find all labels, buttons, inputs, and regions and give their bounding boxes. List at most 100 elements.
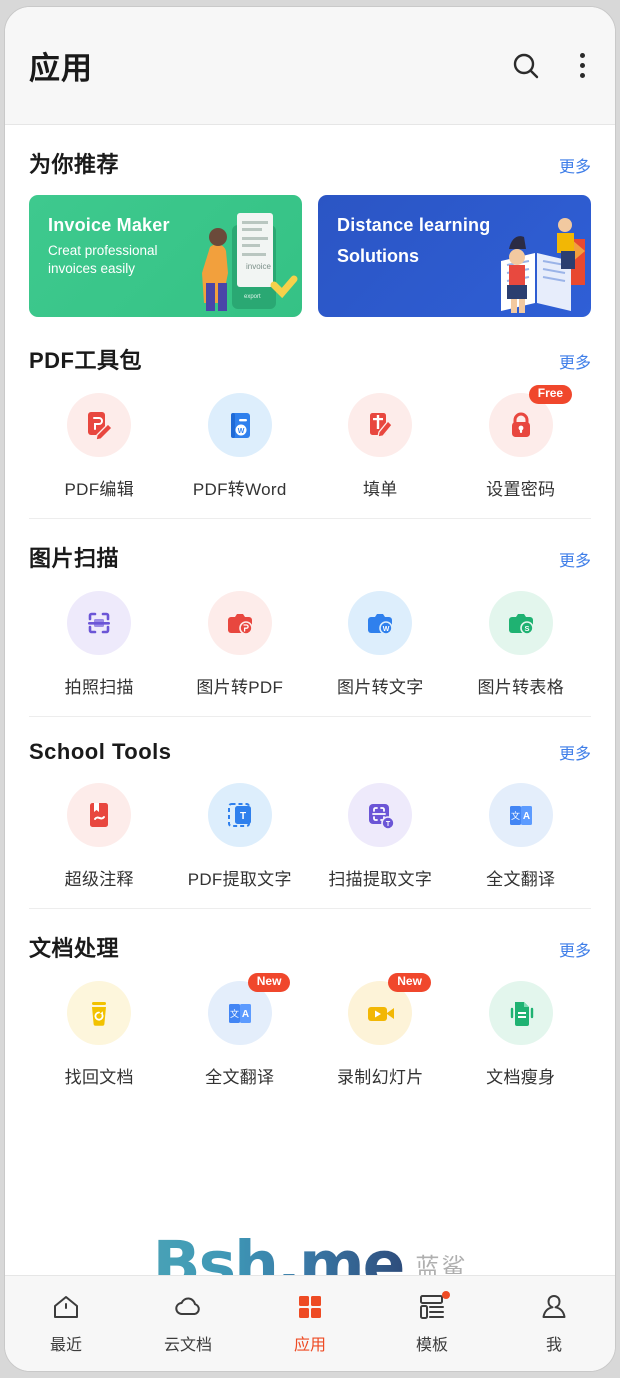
tool-label: PDF编辑 xyxy=(64,480,134,499)
dot xyxy=(580,63,585,68)
icon-bubble xyxy=(348,393,413,457)
person-icon xyxy=(539,1292,569,1322)
dot xyxy=(580,73,585,78)
tool-grid: PDF编辑 W PDF转Word 填单 Free 设置密码 xyxy=(29,379,591,518)
app-screen: 应用 为你推荐 更多 Invoice Maker Creat professio… xyxy=(4,6,616,1372)
tab-templates[interactable]: 模板 xyxy=(371,1291,493,1355)
bottom-navigation: 最近 云文档 应用 模板 我 xyxy=(5,1275,615,1371)
tool-image-to-text[interactable]: W 图片转文字 xyxy=(310,591,451,698)
tool-set-password[interactable]: Free 设置密码 xyxy=(451,385,592,500)
tab-label: 模板 xyxy=(415,1337,448,1354)
icon-bubble: T xyxy=(348,783,413,847)
app-header: 应用 xyxy=(5,7,615,125)
watermark-text: Bsh.me xyxy=(153,1228,406,1275)
svg-text:S: S xyxy=(524,624,529,633)
tab-apps[interactable]: 应用 xyxy=(249,1292,371,1355)
tool-label: 找回文档 xyxy=(64,1068,134,1087)
tool-label: 图片转表格 xyxy=(477,678,564,697)
video-record-icon xyxy=(368,1007,395,1021)
tool-scan-extract-text[interactable]: T 扫描提取文字 xyxy=(310,783,451,890)
more-link-pdf-toolkit[interactable]: 更多 xyxy=(559,349,591,373)
tool-pdf-edit[interactable]: PDF编辑 xyxy=(29,393,170,500)
pdf-edit-icon xyxy=(88,412,114,441)
icon-bubble xyxy=(67,591,132,655)
more-vertical-icon[interactable] xyxy=(572,49,593,82)
tool-fill-form[interactable]: 填单 xyxy=(310,393,451,500)
svg-text:A: A xyxy=(523,811,530,822)
more-link-doc-processing[interactable]: 更多 xyxy=(559,937,591,961)
tool-grid: 超级注释 T PDF提取文字 T 扫描提取文字 文 A 全文翻译 xyxy=(29,769,591,908)
svg-text:export: export xyxy=(244,294,261,300)
tab-me[interactable]: 我 xyxy=(493,1292,615,1355)
tool-restore-doc[interactable]: 找回文档 xyxy=(29,981,170,1088)
icon-bubble: W xyxy=(348,591,413,655)
section-recommend: 为你推荐 更多 Invoice Maker Creat professional… xyxy=(5,125,615,321)
icon-bubble: S xyxy=(488,591,553,655)
content-scroll[interactable]: 为你推荐 更多 Invoice Maker Creat professional… xyxy=(5,125,615,1275)
tool-grid: 拍照扫描 图片转PDF W 图片转文字 S 图片转表格 xyxy=(29,577,591,716)
icon-bubble: 文 A xyxy=(488,783,553,847)
page-title: 应用 xyxy=(29,51,93,86)
section-pdf-toolkit: PDF工具包 更多 PDF编辑 W PDF转Word 填单 Free 设置密码 xyxy=(5,321,615,518)
icon-bubble xyxy=(488,981,553,1045)
tool-pdf-to-word[interactable]: W PDF转Word xyxy=(170,393,311,500)
tool-label: 超级注释 xyxy=(64,870,134,889)
section-school-tools: School Tools 更多 超级注释 T PDF提取文字 T 扫描提取文字 … xyxy=(5,717,615,908)
extract-text-icon: T xyxy=(227,803,251,827)
tool-full-translate[interactable]: 文 A 全文翻译 xyxy=(451,783,592,890)
more-link-recommend[interactable]: 更多 xyxy=(559,153,591,177)
tool-pdf-extract-text[interactable]: T PDF提取文字 xyxy=(170,783,311,890)
search-icon[interactable] xyxy=(510,50,542,82)
restore-trash-icon xyxy=(92,1002,107,1026)
scan-text-icon: T xyxy=(369,804,396,830)
fill-form-icon xyxy=(370,413,394,438)
tool-label: 填单 xyxy=(362,480,398,499)
banner-distance-learning[interactable]: Distance learning Solutions xyxy=(318,195,591,317)
tab-label: 我 xyxy=(545,1337,562,1354)
notification-dot xyxy=(442,1291,450,1299)
header-actions xyxy=(510,49,593,82)
tool-image-to-pdf[interactable]: 图片转PDF xyxy=(170,591,311,698)
grid-icon xyxy=(295,1292,325,1322)
tab-recent[interactable]: 最近 xyxy=(5,1292,127,1355)
section-header: 为你推荐 更多 xyxy=(29,125,591,183)
watermark-subtext: 蓝鲨 xyxy=(415,1254,468,1275)
compress-doc-icon xyxy=(510,1002,533,1026)
tool-label: 图片转PDF xyxy=(196,678,284,697)
tool-super-annotate[interactable]: 超级注释 xyxy=(29,783,170,890)
more-link-image-scan[interactable]: 更多 xyxy=(559,547,591,571)
camera-to-text-icon: W xyxy=(368,614,394,635)
icon-bubble: New xyxy=(348,973,431,1045)
section-image-scan: 图片扫描 更多 拍照扫描 图片转PDF W 图片转文字 S 图片转表格 xyxy=(5,519,615,716)
icon-bubble xyxy=(207,591,272,655)
translate-icon: 文 A xyxy=(509,806,532,825)
lock-icon xyxy=(511,412,530,437)
tool-compress-doc[interactable]: 文档瘦身 xyxy=(451,981,592,1088)
camera-to-pdf-icon xyxy=(227,614,253,635)
more-link-school-tools[interactable]: 更多 xyxy=(559,740,591,764)
status-badge: New xyxy=(247,973,291,992)
tool-photo-scan[interactable]: 拍照扫描 xyxy=(29,591,170,698)
section-header: 图片扫描 更多 xyxy=(29,519,591,577)
distance-learning-illustration xyxy=(501,218,585,313)
tool-image-to-sheet[interactable]: S 图片转表格 xyxy=(451,591,592,698)
tool-record-slides[interactable]: New 录制幻灯片 xyxy=(310,973,451,1088)
section-title: PDF工具包 xyxy=(29,348,143,373)
section-title: 为你推荐 xyxy=(29,152,120,177)
annotate-book-icon xyxy=(90,803,109,827)
tool-label: 文档瘦身 xyxy=(486,1068,556,1087)
tool-label: 全文翻译 xyxy=(205,1068,275,1087)
tool-full-translate-doc[interactable]: 文 A New 全文翻译 xyxy=(170,973,311,1088)
tool-label: 设置密码 xyxy=(486,480,556,499)
template-icon xyxy=(417,1291,450,1322)
banner-list: Invoice Maker Creat professional invoice… xyxy=(29,183,591,321)
svg-text:A: A xyxy=(242,1009,249,1020)
tab-label: 云文档 xyxy=(163,1337,212,1354)
banner-invoice-maker[interactable]: Invoice Maker Creat professional invoice… xyxy=(29,195,302,317)
tool-label: PDF提取文字 xyxy=(187,870,292,889)
section-header: 文档处理 更多 xyxy=(29,909,591,967)
section-header: PDF工具包 更多 xyxy=(29,321,591,379)
tab-label: 最近 xyxy=(49,1337,82,1354)
section-doc-processing: 文档处理 更多 找回文档 文 A New 全文翻译 New 录制幻灯片 文档瘦身 xyxy=(5,909,615,1106)
tab-cloud-docs[interactable]: 云文档 xyxy=(127,1292,249,1355)
